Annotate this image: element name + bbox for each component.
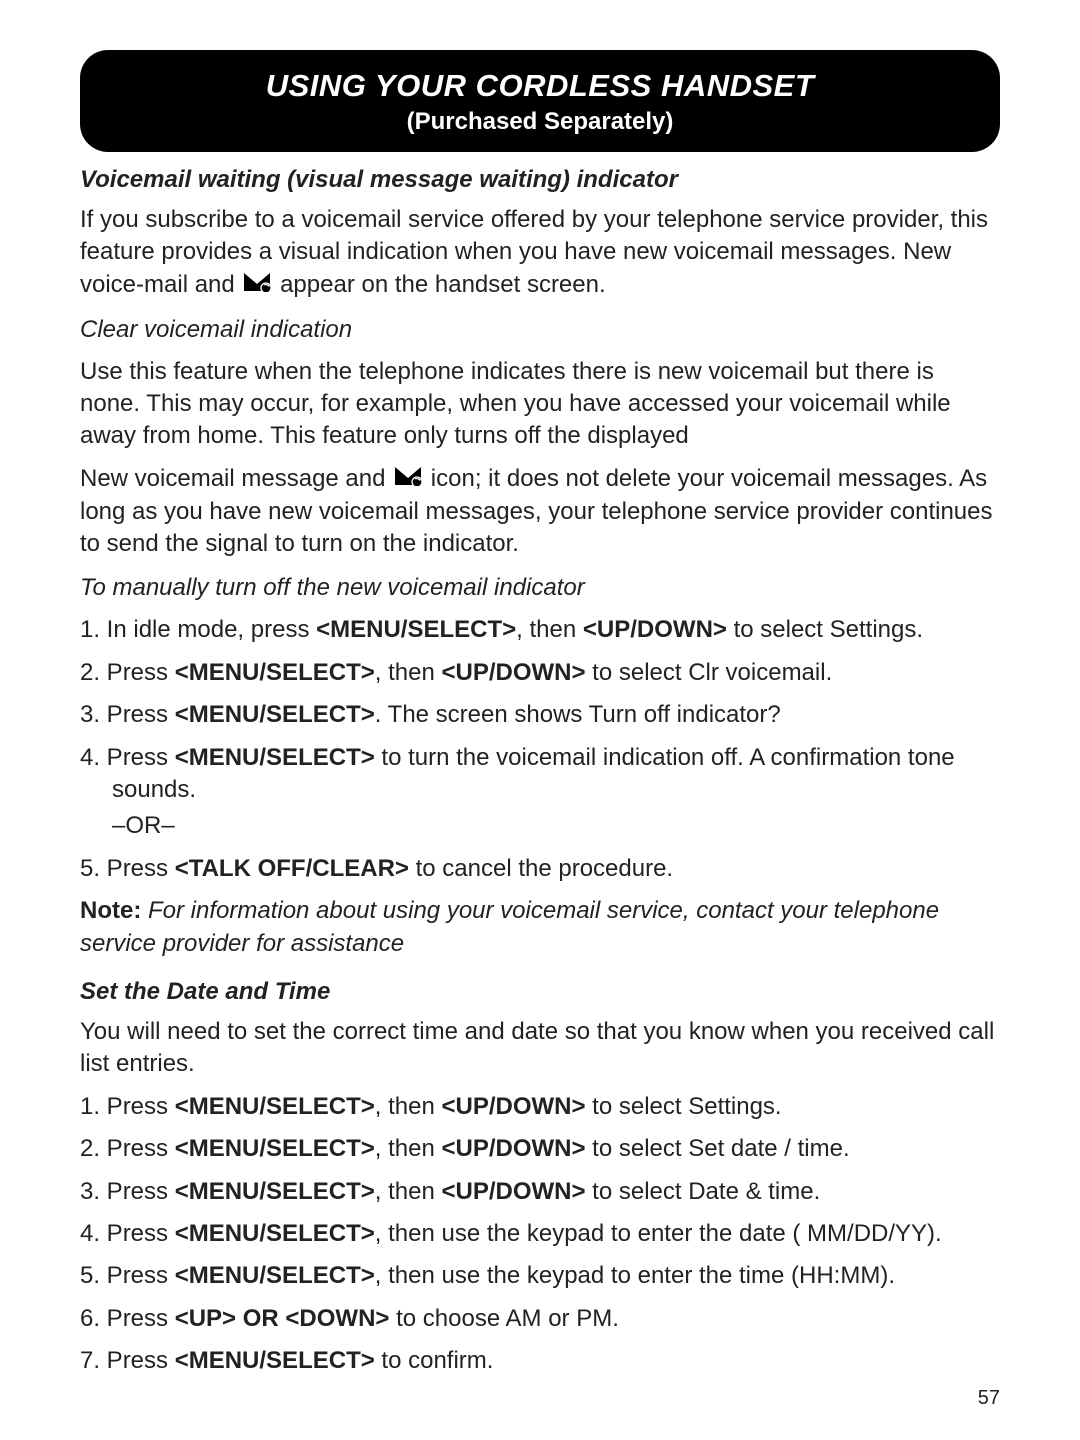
text: New voicemail message and bbox=[80, 465, 392, 492]
text: , then bbox=[375, 1093, 442, 1120]
key-up-down: <UP/DOWN> bbox=[583, 616, 727, 643]
text: , then bbox=[375, 1178, 442, 1205]
text: 4. Press bbox=[80, 1220, 175, 1247]
key-menu-select: <MENU/SELECT> bbox=[175, 1262, 375, 1289]
step-5: 5. Press <TALK OFF/CLEAR> to cancel the … bbox=[80, 853, 1000, 885]
step-1: 1. In idle mode, press <MENU/SELECT>, th… bbox=[80, 614, 1000, 646]
key-up-down: <UP/DOWN> bbox=[441, 659, 585, 686]
section-header: USING YOUR CORDLESS HANDSET (Purchased S… bbox=[80, 50, 1000, 152]
datetime-steps: 1. Press <MENU/SELECT>, then <UP/DOWN> t… bbox=[80, 1091, 1000, 1378]
dt-step-4: 4. Press <MENU/SELECT>, then use the key… bbox=[80, 1218, 1000, 1250]
text: to select Clr voicemail. bbox=[586, 659, 833, 686]
mail-icon bbox=[243, 269, 271, 301]
text: to select Settings. bbox=[586, 1093, 782, 1120]
step-3: 3. Press <MENU/SELECT>. The screen shows… bbox=[80, 699, 1000, 731]
step-2: 2. Press <MENU/SELECT>, then <UP/DOWN> t… bbox=[80, 657, 1000, 689]
key-menu-select: <MENU/SELECT> bbox=[175, 1135, 375, 1162]
text: , then bbox=[516, 616, 583, 643]
text: 3. Press bbox=[80, 701, 175, 728]
header-subtitle: (Purchased Separately) bbox=[100, 108, 980, 136]
text: to select Set date / time. bbox=[586, 1135, 850, 1162]
text: 4. Press bbox=[80, 744, 175, 771]
text: 2. Press bbox=[80, 659, 175, 686]
clear-para1: Use this feature when the telephone indi… bbox=[80, 356, 1000, 453]
key-up-or-down: <UP> OR <DOWN> bbox=[175, 1305, 390, 1332]
text: to choose AM or PM. bbox=[389, 1305, 618, 1332]
clear-heading: Clear voicemail indication bbox=[80, 316, 1000, 344]
key-menu-select: <MENU/SELECT> bbox=[175, 1093, 375, 1120]
voicemail-steps-cont: 5. Press <TALK OFF/CLEAR> to cancel the … bbox=[80, 853, 1000, 885]
voicemail-steps: 1. In idle mode, press <MENU/SELECT>, th… bbox=[80, 614, 1000, 806]
text: to confirm. bbox=[375, 1347, 494, 1374]
key-menu-select: <MENU/SELECT> bbox=[316, 616, 516, 643]
voicemail-para1: If you subscribe to a voicemail service … bbox=[80, 204, 1000, 302]
step-4: 4. Press <MENU/SELECT> to turn the voice… bbox=[80, 742, 1000, 807]
key-menu-select: <MENU/SELECT> bbox=[175, 1347, 375, 1374]
text: to cancel the procedure. bbox=[409, 855, 673, 882]
step-4-or: –OR– bbox=[80, 810, 1000, 842]
manual-heading: To manually turn off the new voicemail i… bbox=[80, 574, 1000, 602]
text: to select Date & time. bbox=[586, 1178, 821, 1205]
clear-para2: New voicemail message and icon; it does … bbox=[80, 463, 1000, 561]
text: 5. Press bbox=[80, 855, 175, 882]
key-menu-select: <MENU/SELECT> bbox=[175, 744, 375, 771]
text: 1. Press bbox=[80, 1093, 175, 1120]
text: , then use the keypad to enter the time … bbox=[375, 1262, 895, 1289]
text: 3. Press bbox=[80, 1178, 175, 1205]
text: , then bbox=[375, 659, 442, 686]
dt-step-1: 1. Press <MENU/SELECT>, then <UP/DOWN> t… bbox=[80, 1091, 1000, 1123]
key-menu-select: <MENU/SELECT> bbox=[175, 659, 375, 686]
note-label: Note: bbox=[80, 897, 141, 924]
dt-step-5: 5. Press <MENU/SELECT>, then use the key… bbox=[80, 1260, 1000, 1292]
dt-step-2: 2. Press <MENU/SELECT>, then <UP/DOWN> t… bbox=[80, 1133, 1000, 1165]
key-up-down: <UP/DOWN> bbox=[441, 1178, 585, 1205]
text: . The screen shows Turn off indicator? bbox=[375, 701, 781, 728]
text: to select Settings. bbox=[727, 616, 923, 643]
voicemail-heading: Voicemail waiting (visual message waitin… bbox=[80, 166, 1000, 194]
header-title: USING YOUR CORDLESS HANDSET bbox=[100, 68, 980, 104]
note-body: For information about using your voicema… bbox=[80, 897, 939, 956]
text: appear on the handset screen. bbox=[273, 271, 605, 298]
dt-step-6: 6. Press <UP> OR <DOWN> to choose AM or … bbox=[80, 1303, 1000, 1335]
text: 5. Press bbox=[80, 1262, 175, 1289]
page-number: 57 bbox=[978, 1387, 1000, 1410]
text: 1. In idle mode, press bbox=[80, 616, 316, 643]
datetime-para: You will need to set the correct time an… bbox=[80, 1016, 1000, 1081]
text: 7. Press bbox=[80, 1347, 175, 1374]
dt-step-3: 3. Press <MENU/SELECT>, then <UP/DOWN> t… bbox=[80, 1176, 1000, 1208]
text: 6. Press bbox=[80, 1305, 175, 1332]
key-menu-select: <MENU/SELECT> bbox=[175, 1220, 375, 1247]
text: , then use the keypad to enter the date … bbox=[375, 1220, 942, 1247]
key-menu-select: <MENU/SELECT> bbox=[175, 1178, 375, 1205]
datetime-heading: Set the Date and Time bbox=[80, 978, 1000, 1006]
key-up-down: <UP/DOWN> bbox=[441, 1093, 585, 1120]
key-menu-select: <MENU/SELECT> bbox=[175, 701, 375, 728]
text: , then bbox=[375, 1135, 442, 1162]
text: 2. Press bbox=[80, 1135, 175, 1162]
dt-step-7: 7. Press <MENU/SELECT> to confirm. bbox=[80, 1345, 1000, 1377]
note: Note: For information about using your v… bbox=[80, 895, 1000, 960]
key-talk-off-clear: <TALK OFF/CLEAR> bbox=[175, 855, 409, 882]
mail-icon bbox=[394, 463, 422, 495]
key-up-down: <UP/DOWN> bbox=[441, 1135, 585, 1162]
